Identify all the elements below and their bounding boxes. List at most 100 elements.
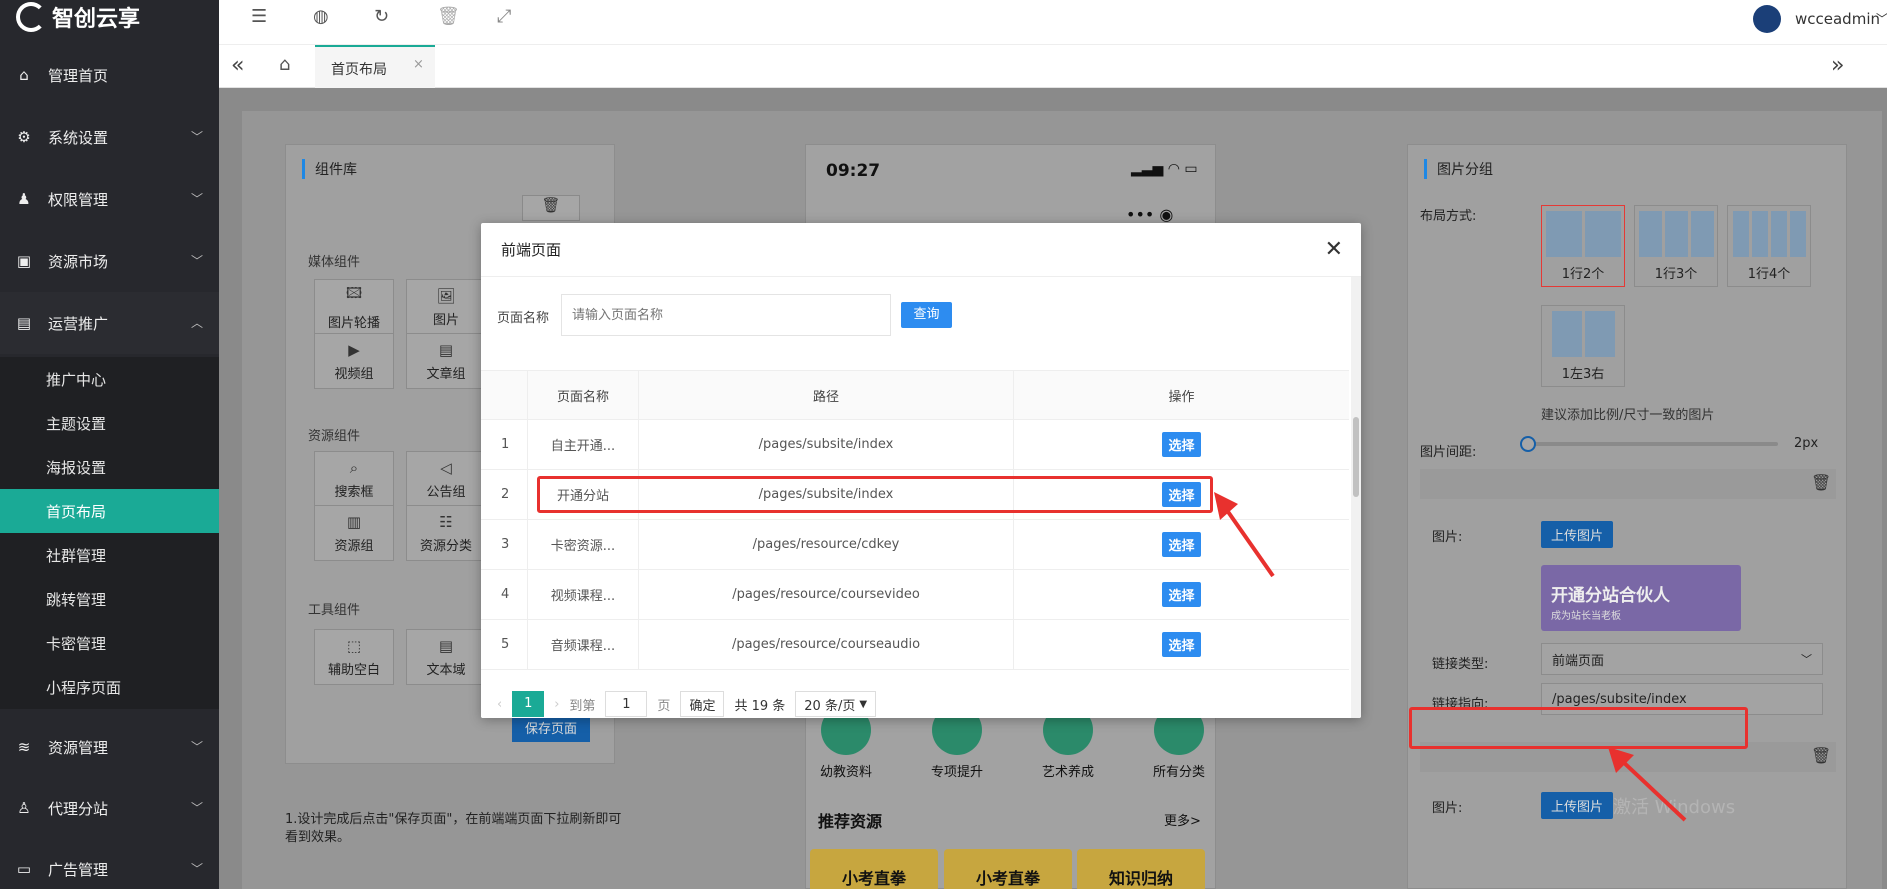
scroll-right-icon[interactable]: » (1831, 53, 1844, 78)
home-icon: ⌂ (19, 66, 29, 84)
trash-icon[interactable]: 🗑 (522, 195, 580, 221)
sidebar-sub-redirect[interactable]: 跳转管理 (0, 577, 219, 621)
brand-name: 智创云享 (52, 7, 141, 32)
comp-image[interactable]: 🖼 图片 (406, 279, 486, 335)
image-label: 图片: (1432, 801, 1463, 816)
select-button[interactable]: 选择 (1162, 582, 1201, 607)
carousel-icon: 🖾 (345, 284, 363, 302)
refresh-icon[interactable]: ↻ (374, 6, 389, 27)
panel-title: 组件库 (302, 159, 357, 179)
resource-card[interactable]: 知识归纳 (1077, 849, 1205, 889)
page-size-select[interactable]: 20 条/页 ▼ (795, 691, 877, 717)
sidebar-item-home[interactable]: ⌂ 管理首页 (0, 44, 219, 106)
username[interactable]: wcceadmin (1795, 10, 1880, 28)
modal-title: 前端页面 (501, 241, 562, 259)
comp-article[interactable]: ▤ 文章组 (406, 333, 486, 389)
globe-icon[interactable]: ◍ (313, 6, 329, 27)
select-button[interactable]: 选择 (1162, 632, 1201, 657)
sidebar-sub-poster[interactable]: 海报设置 (0, 445, 219, 489)
select-button[interactable]: 选择 (1162, 532, 1201, 557)
comp-video[interactable]: ▶ 视频组 (314, 333, 394, 389)
column-header: 路径 (638, 371, 1013, 419)
close-icon[interactable]: ✕ (1325, 237, 1343, 262)
query-button[interactable]: 查询 (901, 302, 952, 328)
comp-spacer[interactable]: ⬚ 辅助空白 (314, 629, 394, 685)
layout-preview-icon (1545, 211, 1621, 257)
layers-icon: ≋ (17, 738, 31, 756)
chevron-down-icon: ﹀ (190, 862, 203, 876)
capsule-menu-icon[interactable]: ••• ◉ (1126, 205, 1173, 224)
fullscreen-icon[interactable]: ⤢ (497, 6, 511, 27)
arrow-annotation (1214, 492, 1275, 578)
next-page-icon[interactable]: › (554, 697, 559, 712)
top-bar: ☰ ◍ ↻ 🗑 ⤢ wcceadmin ﹀ (219, 0, 1887, 44)
layout-option-1x4[interactable]: 1行4个 (1727, 205, 1811, 287)
slider-handle[interactable] (1520, 436, 1536, 452)
text-icon: ▤ (438, 636, 454, 655)
signal-icon: ▂▃▅ ◠ ▭ (1131, 161, 1198, 177)
trash-icon[interactable]: 🗑 (437, 6, 460, 27)
page-name-input[interactable] (561, 294, 891, 336)
sidebar-sub-miniprogram[interactable]: 小程序页面 (0, 665, 219, 709)
chevron-down-icon: ﹀ (190, 801, 203, 815)
resource-card[interactable]: 小考直拳 (810, 849, 938, 889)
layout-option-1l3r[interactable]: 1左3右 (1541, 305, 1625, 387)
page-unit: 页 (657, 698, 671, 714)
spacing-slider[interactable] (1528, 442, 1778, 446)
scrollbar[interactable] (1351, 277, 1361, 718)
scroll-left-icon[interactable]: « (231, 53, 244, 78)
store-icon: ▣ (16, 252, 32, 270)
page-number[interactable]: 1 (512, 691, 545, 717)
sidebar-sub-cdkey[interactable]: 卡密管理 (0, 621, 219, 665)
comp-textarea[interactable]: ▤ 文本域 (406, 629, 486, 685)
group-label: 资源组件 (308, 429, 361, 444)
layout-preview-icon (1732, 211, 1806, 257)
sidebar-item-system[interactable]: ⚙ 系统设置 ﹀ (0, 106, 219, 168)
users-icon: ♟ (17, 190, 31, 208)
sidebar-item-resource[interactable]: ≋ 资源管理 ﹀ (0, 716, 219, 778)
agent-icon: ♙ (17, 799, 31, 817)
sidebar-sub-theme[interactable]: 主题设置 (0, 401, 219, 445)
home-tab-icon[interactable]: ⌂ (279, 54, 290, 75)
tab-bar: « ⌂ 首页布局 × » (219, 44, 1887, 88)
close-icon[interactable]: × (413, 57, 424, 72)
sidebar-item-market[interactable]: ▣ 资源市场 ﹀ (0, 230, 219, 292)
confirm-button[interactable]: 确定 (680, 691, 725, 717)
more-link[interactable]: 更多> (1164, 810, 1201, 829)
tab-home-layout[interactable]: 首页布局 × (315, 45, 435, 88)
sidebar-item-promotion[interactable]: ▤ 运营推广 ︿ (0, 292, 219, 354)
layout-option-1x2[interactable]: 1行2个 (1541, 205, 1625, 287)
save-page-button[interactable]: 保存页面 (512, 718, 590, 742)
chevron-down-icon: ▼ (859, 698, 868, 710)
comp-resource-category[interactable]: ☷ 资源分类 (406, 505, 486, 561)
status-time: 09:27 (826, 161, 881, 181)
select-button[interactable]: 选择 (1162, 432, 1201, 457)
recommend-title: 推荐资源 (818, 812, 883, 831)
layout-label: 布局方式: (1420, 209, 1477, 224)
link-type-select[interactable]: 前端页面 ﹀ (1541, 643, 1823, 675)
upload-image-button[interactable]: 上传图片 (1541, 521, 1614, 548)
chevron-down-icon[interactable]: ﹀ (1876, 10, 1887, 27)
sidebar-item-permission[interactable]: ♟ 权限管理 ﹀ (0, 168, 219, 230)
trash-icon[interactable]: 🗑 (1811, 746, 1831, 765)
sidebar-sub-home-layout[interactable]: 首页布局 (0, 489, 219, 533)
prev-page-icon[interactable]: ‹ (497, 697, 502, 712)
avatar[interactable] (1753, 5, 1781, 33)
trash-icon[interactable]: 🗑 (1811, 473, 1831, 492)
layout-hint: 建议添加比例/尺寸一致的图片 (1541, 408, 1715, 423)
chevron-down-icon: ﹀ (190, 192, 203, 206)
sidebar-item-ad[interactable]: ▭ 广告管理 ﹀ (0, 838, 219, 889)
comp-search[interactable]: ⌕ 搜索框 (314, 451, 394, 507)
layout-option-1x3[interactable]: 1行3个 (1634, 205, 1718, 287)
resource-card[interactable]: 小考直拳 (944, 849, 1072, 889)
goto-input[interactable]: 1 (605, 691, 648, 717)
sidebar-sub-community[interactable]: 社群管理 (0, 533, 219, 577)
collapse-menu-icon[interactable]: ☰ (251, 6, 267, 27)
comp-notice[interactable]: ◁ 公告组 (406, 451, 486, 507)
sidebar-item-agent[interactable]: ♙ 代理分站 ﹀ (0, 777, 219, 839)
comp-carousel[interactable]: 🖾 图片轮播 (314, 279, 394, 335)
comp-resource[interactable]: ▥ 资源组 (314, 505, 394, 561)
sidebar-sub-promo-center[interactable]: 推广中心 (0, 357, 219, 401)
video-icon: ▶ (348, 340, 360, 359)
layout-preview-icon (1551, 311, 1615, 357)
